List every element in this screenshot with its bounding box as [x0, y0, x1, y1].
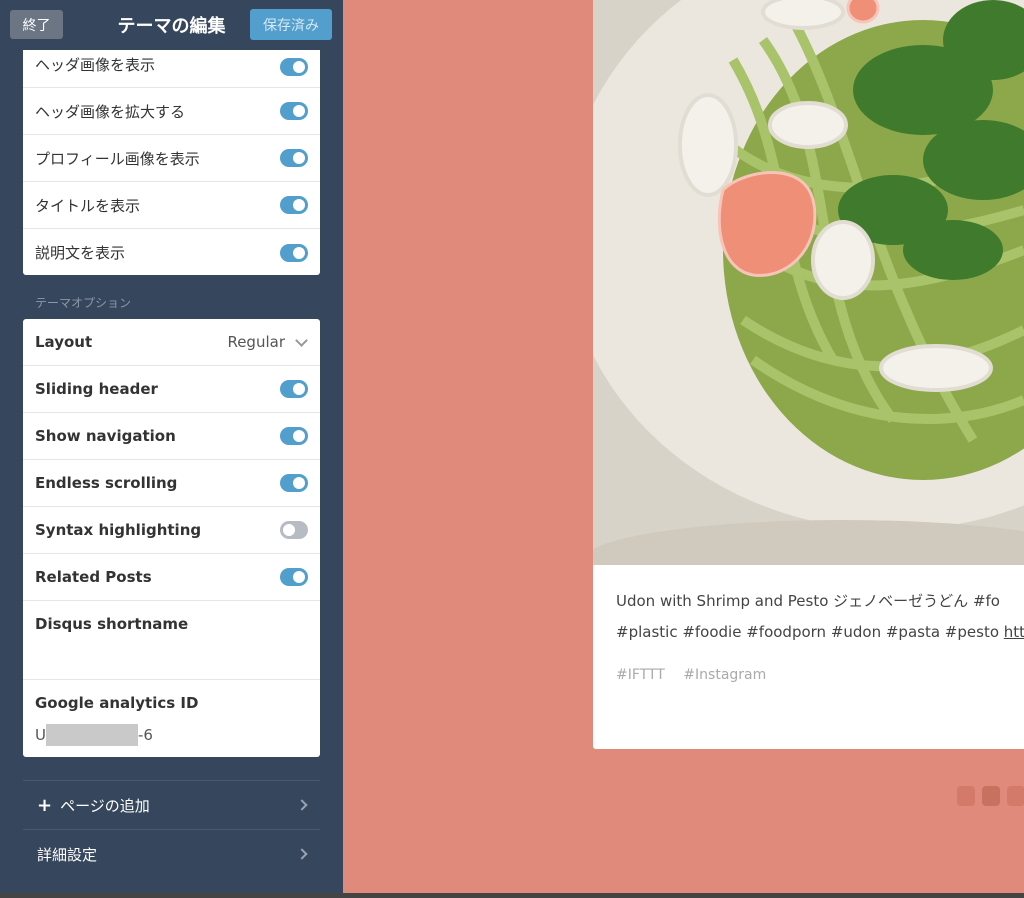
option-label: ヘッダ画像を表示	[35, 56, 156, 74]
redaction-mask	[45, 724, 138, 746]
google-analytics-field[interactable]: Google analytics ID U -6	[23, 680, 320, 758]
theme-options-heading: テーマオプション	[35, 296, 132, 310]
ga-value-prefix: U	[35, 726, 46, 744]
option-row-show-description[interactable]: 説明文を表示	[23, 229, 320, 276]
option-label: Endless scrolling	[35, 474, 178, 492]
toggle-switch[interactable]	[280, 102, 308, 120]
option-row-show-title[interactable]: タイトルを表示	[23, 182, 320, 229]
plus-icon: +	[37, 794, 53, 816]
option-row-related-posts[interactable]: Related Posts	[23, 554, 320, 601]
google-analytics-value[interactable]: U -6	[35, 724, 153, 746]
control-button[interactable]	[957, 786, 975, 806]
toggle-switch[interactable]	[280, 196, 308, 214]
caption-hashtags: #plastic #foodie #foodporn #udon #pasta …	[616, 623, 1004, 641]
tag-link[interactable]: #IFTTT	[616, 667, 665, 683]
disqus-shortname-field[interactable]: Disqus shortname	[23, 601, 320, 680]
add-page-label: ページの追加	[60, 796, 150, 815]
chevron-right-icon	[296, 848, 308, 860]
option-label: Sliding header	[35, 380, 158, 398]
toggle-switch[interactable]	[280, 58, 308, 76]
option-row-show-header-image[interactable]: ヘッダ画像を表示	[23, 50, 320, 88]
toggle-switch[interactable]	[280, 568, 308, 586]
exit-button[interactable]: 終了	[10, 10, 63, 39]
option-label: 説明文を表示	[35, 244, 126, 262]
caption-line: #plastic #foodie #foodporn #udon #pasta …	[616, 617, 1024, 648]
theme-options-panel: Layout Regular Sliding header Show navig…	[23, 319, 320, 757]
caption-link[interactable]: http	[1004, 623, 1024, 641]
advanced-settings-label: 詳細設定	[37, 845, 98, 864]
layout-value: Regular	[227, 333, 285, 351]
option-label: Google analytics ID	[35, 694, 199, 712]
tag-link[interactable]: #Instagram	[683, 667, 766, 683]
toggle-switch[interactable]	[280, 149, 308, 167]
appearance-options-panel: ヘッダ画像を表示 ヘッダ画像を拡大する プロフィール画像を表示 タイトルを表示 …	[23, 50, 320, 275]
control-button[interactable]	[1007, 786, 1024, 806]
option-label: プロフィール画像を表示	[35, 149, 200, 168]
control-button[interactable]	[982, 786, 1000, 806]
option-row-endless-scrolling[interactable]: Endless scrolling	[23, 460, 320, 507]
option-label: タイトルを表示	[35, 196, 141, 215]
udon-dish-illustration	[593, 0, 1024, 565]
chevron-right-icon	[296, 799, 308, 811]
post-tags: #IFTTT #Instagram	[616, 667, 780, 683]
toggle-switch[interactable]	[280, 243, 308, 262]
option-label: Show navigation	[35, 427, 176, 445]
option-label: Related Posts	[35, 568, 152, 586]
post-caption: Udon with Shrimp and Pesto ジェノベーゼうどん #fo…	[616, 586, 1024, 648]
option-row-show-navigation[interactable]: Show navigation	[23, 413, 320, 460]
option-row-stretch-header-image[interactable]: ヘッダ画像を拡大する	[23, 88, 320, 135]
add-page-button[interactable]: + ページの追加	[23, 780, 320, 829]
sidebar-header: 終了 テーマの編集 保存済み	[0, 0, 343, 50]
saved-button[interactable]: 保存済み	[250, 9, 332, 40]
option-row-sliding-header[interactable]: Sliding header	[23, 366, 320, 413]
post-controls	[957, 786, 1024, 806]
option-label: Syntax highlighting	[35, 521, 202, 539]
bottom-edge	[0, 893, 1024, 898]
option-label: Layout	[35, 333, 93, 351]
toggle-switch[interactable]	[280, 427, 308, 445]
toggle-switch[interactable]	[280, 474, 308, 492]
caption-line: Udon with Shrimp and Pesto ジェノベーゼうどん #fo	[616, 592, 1000, 610]
toggle-switch[interactable]	[280, 521, 308, 539]
post-photo[interactable]	[593, 0, 1024, 565]
option-label: ヘッダ画像を拡大する	[35, 102, 186, 121]
ga-value-suffix: -6	[137, 726, 153, 744]
layout-select[interactable]: Layout Regular	[23, 319, 320, 366]
advanced-settings-button[interactable]: 詳細設定	[23, 829, 320, 878]
chevron-down-icon	[295, 334, 308, 347]
option-row-show-avatar[interactable]: プロフィール画像を表示	[23, 135, 320, 182]
option-label: Disqus shortname	[35, 615, 189, 633]
toggle-switch[interactable]	[280, 380, 308, 398]
option-row-syntax-highlighting[interactable]: Syntax highlighting	[23, 507, 320, 554]
customize-sidebar: 終了 テーマの編集 保存済み ヘッダ画像を表示 ヘッダ画像を拡大する プロフィー…	[0, 0, 343, 893]
sidebar-title: テーマの編集	[117, 16, 226, 37]
photo-post-card: Udon with Shrimp and Pesto ジェノベーゼうどん #fo…	[593, 0, 1024, 749]
